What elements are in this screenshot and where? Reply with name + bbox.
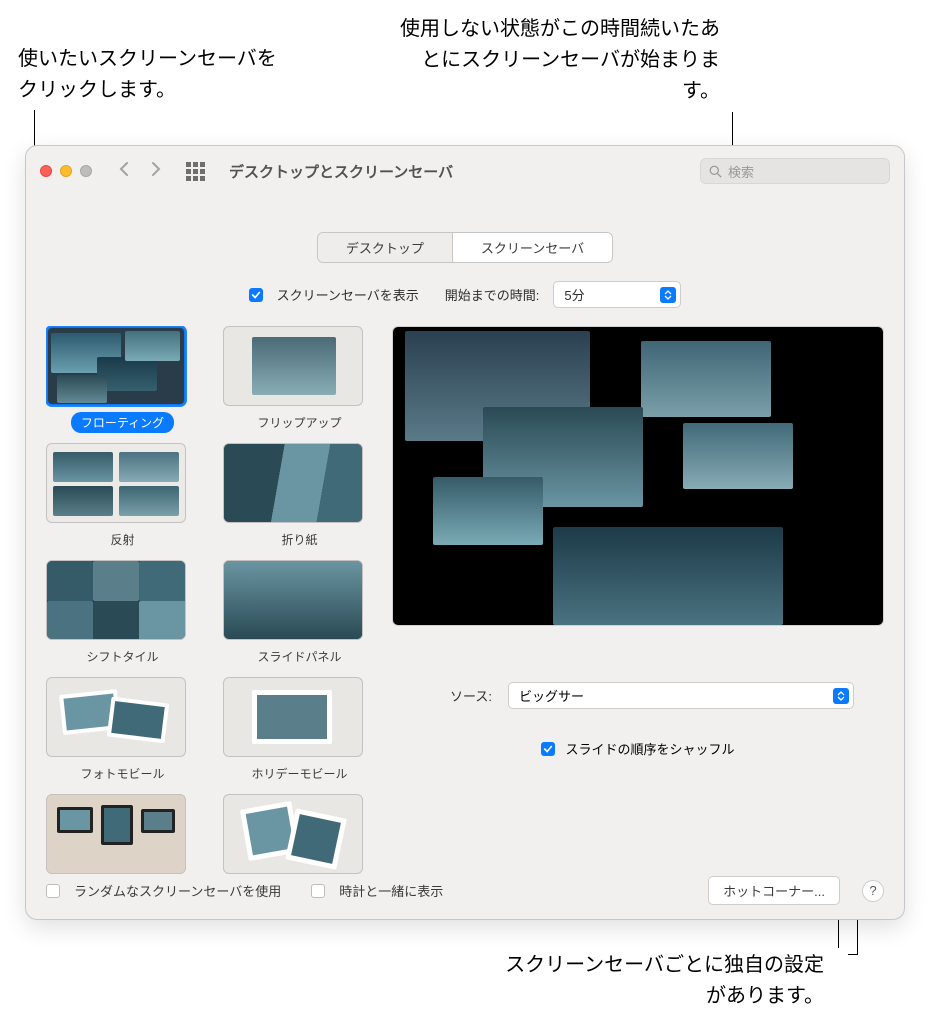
screensaver-list[interactable]: フローティング フリップアップ 反射 xyxy=(46,326,376,874)
ss-item-floating[interactable]: フローティング xyxy=(46,326,199,433)
popup-arrows-icon xyxy=(660,287,676,303)
shuffle-label: スライドの順序をシャッフル xyxy=(565,739,734,758)
prefs-window: デスクトップとスクリーンセーバ 検索 デスクトップ スクリーンセーバ スクリーン… xyxy=(25,145,905,920)
shuffle-checkbox[interactable] xyxy=(541,742,555,756)
ss-label: ホリデーモビール xyxy=(241,763,357,784)
random-checkbox[interactable] xyxy=(46,884,60,898)
shuffle-row: スライドの順序をシャッフル xyxy=(422,739,854,758)
tab-screensaver[interactable]: スクリーンセーバ xyxy=(452,233,612,262)
ss-thumb xyxy=(46,677,186,757)
clock-checkbox[interactable] xyxy=(311,884,325,898)
toolbar: デスクトップとスクリーンセーバ 検索 xyxy=(26,146,904,196)
ss-thumb xyxy=(223,794,363,874)
search-placeholder: 検索 xyxy=(728,162,754,181)
preview-pane: ソース: ビッグサー スライドの順序をシャッフル xyxy=(392,326,884,874)
show-screensaver-label: スクリーンセーバを表示 xyxy=(277,285,419,304)
bottom-bar: ランダムなスクリーンセーバを使用 時計と一緒に表示 ホットコーナー... ? xyxy=(46,876,884,905)
ss-item-reflection[interactable]: 反射 xyxy=(46,443,199,550)
search-input[interactable]: 検索 xyxy=(700,158,890,184)
ss-thumb xyxy=(223,326,363,406)
ss-thumb xyxy=(46,560,186,640)
ss-thumb xyxy=(46,443,186,523)
show-screensaver-checkbox[interactable] xyxy=(249,288,263,302)
top-controls: スクリーンセーバを表示 開始までの時間: 5分 xyxy=(26,281,904,308)
start-after-label: 開始までの時間: xyxy=(445,285,540,304)
tab-bar: デスクトップ スクリーンセーバ xyxy=(26,232,904,263)
callout-top-right: 使用しない状態がこの時間続いたあとにスクリーンセーバが始まります。 xyxy=(400,14,720,107)
forward-button[interactable] xyxy=(145,161,168,182)
ss-label: 折り紙 xyxy=(271,529,327,550)
ss-item-photo-mobile[interactable]: フォトモビール xyxy=(46,677,199,784)
ss-item-holiday-mobile[interactable]: ホリデーモビール xyxy=(223,677,376,784)
help-button[interactable]: ? xyxy=(862,880,884,902)
close-icon[interactable] xyxy=(40,165,52,177)
ss-label: フローティング xyxy=(71,412,174,433)
minimize-icon[interactable] xyxy=(60,165,72,177)
segmented-control[interactable]: デスクトップ スクリーンセーバ xyxy=(317,232,613,263)
ss-thumb xyxy=(223,443,363,523)
ss-item-photo-wall[interactable]: フォトウォール xyxy=(46,794,199,874)
search-icon xyxy=(709,165,722,178)
ss-item-flipup[interactable]: フリップアップ xyxy=(223,326,376,433)
popup-arrows-icon xyxy=(833,688,849,704)
ss-label: シフトタイル xyxy=(76,646,168,667)
options: ソース: ビッグサー スライドの順序をシャッフル xyxy=(392,682,884,758)
window-title: デスクトップとスクリーンセーバ xyxy=(229,161,453,182)
ss-label: フォトモビール xyxy=(70,763,174,784)
preview-area[interactable] xyxy=(392,326,884,626)
ss-item-slide-panel[interactable]: スライドパネル xyxy=(223,560,376,667)
random-label: ランダムなスクリーンセーバを使用 xyxy=(74,881,281,900)
ss-thumb xyxy=(46,794,186,874)
ss-label: スライドパネル xyxy=(247,646,351,667)
back-button[interactable] xyxy=(112,161,135,182)
ss-label: 反射 xyxy=(100,529,144,550)
ss-label: フリップアップ xyxy=(247,412,351,433)
zoom-icon[interactable] xyxy=(80,165,92,177)
callout-bottom: スクリーンセーバごとに独自の設定があります。 xyxy=(504,950,824,1012)
tab-desktop[interactable]: デスクトップ xyxy=(318,233,452,262)
traffic-lights[interactable] xyxy=(40,165,92,177)
ss-thumb xyxy=(223,677,363,757)
body: フローティング フリップアップ 反射 xyxy=(46,326,884,874)
ss-item-shift-tile[interactable]: シフトタイル xyxy=(46,560,199,667)
clock-label: 時計と一緒に表示 xyxy=(339,881,443,900)
source-popup[interactable]: ビッグサー xyxy=(508,682,854,709)
ss-thumb xyxy=(46,326,186,406)
callout-left: 使いたいスクリーンセーバをクリックします。 xyxy=(18,44,288,106)
source-row: ソース: ビッグサー xyxy=(422,682,854,709)
start-after-popup[interactable]: 5分 xyxy=(553,281,681,308)
ss-thumb xyxy=(223,560,363,640)
ss-item-vintage[interactable]: ビンテージ xyxy=(223,794,376,874)
show-all-icon[interactable] xyxy=(186,162,205,181)
start-after-value: 5分 xyxy=(564,285,584,304)
source-value: ビッグサー xyxy=(519,686,584,705)
source-label: ソース: xyxy=(422,686,492,705)
ss-item-origami[interactable]: 折り紙 xyxy=(223,443,376,550)
hot-corners-button[interactable]: ホットコーナー... xyxy=(708,876,840,905)
